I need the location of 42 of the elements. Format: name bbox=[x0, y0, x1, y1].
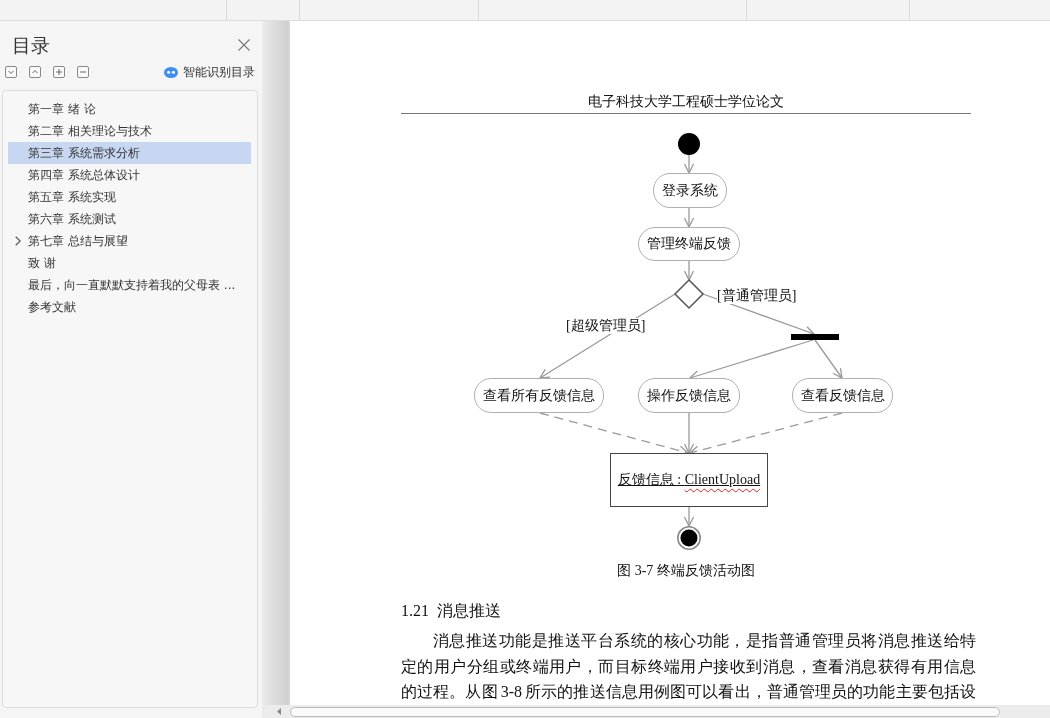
chevron-right-icon[interactable] bbox=[15, 236, 21, 246]
activity-node: 登录系统 bbox=[653, 173, 727, 208]
toc-item[interactable]: 致 谢 bbox=[8, 252, 251, 274]
toc-item[interactable]: 第一章 绪 论 bbox=[8, 98, 251, 120]
minus-icon[interactable] bbox=[77, 66, 89, 78]
body-paragraph: 消息推送功能是推送平台系统的核心功能，是指普通管理员将消息推送给特定的用户分组或终端用户，而目标终端用户接收到消息，查看消息获得有用信息的过程。从图 3-8 所示的推送信息用例图可以看出，普通管理员的功能主要包括设 bbox=[401, 631, 976, 702]
toc-item[interactable]: 最后，向一直默默支持着我的父母表 ... bbox=[8, 274, 251, 296]
flow-arrow bbox=[683, 260, 695, 282]
page-header: 电子科技大学工程硕士学位论文 bbox=[401, 92, 971, 114]
flow-arrow bbox=[683, 506, 695, 528]
scroll-left-icon[interactable] bbox=[277, 708, 281, 715]
toc-item[interactable]: 参考文献 bbox=[8, 296, 251, 318]
toc-item[interactable]: 第六章 系统测试 bbox=[8, 208, 251, 230]
flow-arrow bbox=[683, 412, 695, 455]
scrollbar-thumb[interactable] bbox=[290, 706, 1000, 717]
sidebar-title: 目录 bbox=[12, 33, 50, 57]
figure-caption: 图 3-7 终端反馈活动图 bbox=[616, 562, 756, 580]
chevron-down-icon[interactable] bbox=[5, 66, 17, 78]
flow-arrow bbox=[683, 207, 695, 229]
chevron-up-icon[interactable] bbox=[29, 66, 41, 78]
toc-item[interactable]: 第二章 相关理论与技术 bbox=[8, 120, 251, 142]
toc-item[interactable]: 第七章 总结与展望 bbox=[8, 230, 251, 252]
section-heading: 1.21 消息推送 bbox=[401, 601, 502, 621]
guard-label: [普通管理员] bbox=[717, 288, 797, 304]
flow-arrow bbox=[683, 154, 695, 175]
horizontal-scrollbar[interactable] bbox=[262, 705, 1050, 718]
activity-node: 查看反馈信息 bbox=[792, 378, 893, 413]
close-icon[interactable] bbox=[238, 39, 250, 51]
guard-label: [超级管理员] bbox=[566, 318, 646, 334]
toc-item[interactable]: 第五章 系统实现 bbox=[8, 186, 251, 208]
activity-node: 查看所有反馈信息 bbox=[474, 378, 604, 413]
decision-diamond bbox=[673, 278, 705, 310]
start-node bbox=[678, 133, 700, 155]
activity-node: 操作反馈信息 bbox=[638, 378, 740, 413]
activity-node: 管理终端反馈 bbox=[638, 227, 740, 261]
fork-bar bbox=[791, 334, 839, 340]
toc-item[interactable]: 第三章 系统需求分析 bbox=[8, 142, 251, 164]
plus-icon[interactable] bbox=[53, 66, 65, 78]
toc-item[interactable]: 第四章 系统总体设计 bbox=[8, 164, 251, 186]
end-node bbox=[677, 526, 701, 550]
smart-toc-button[interactable]: 智能识别目录 bbox=[164, 65, 255, 79]
robot-icon bbox=[164, 66, 178, 78]
